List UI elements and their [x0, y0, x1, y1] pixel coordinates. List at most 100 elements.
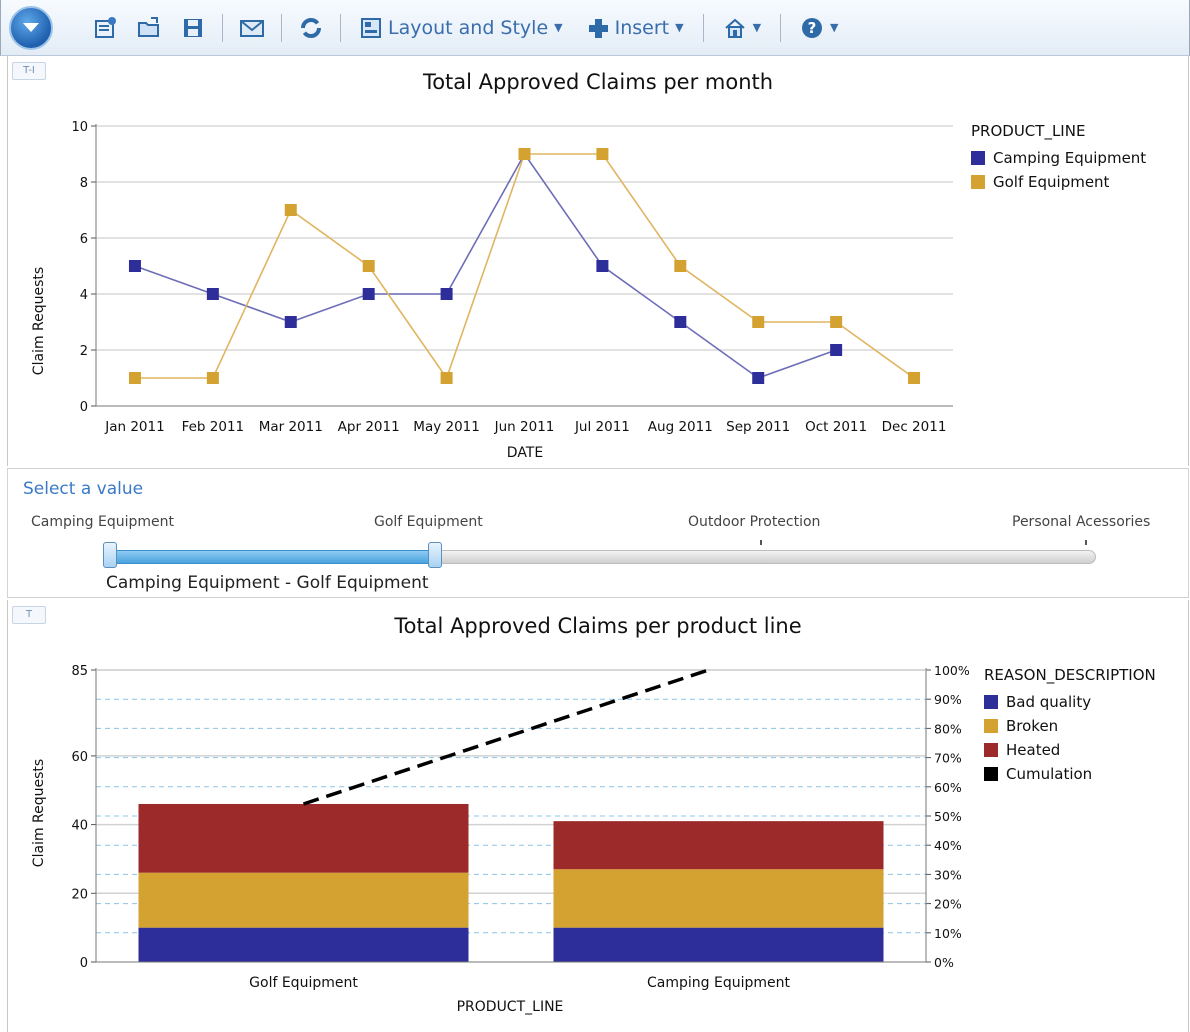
new-report-icon[interactable] — [92, 15, 118, 41]
plus-icon — [588, 18, 608, 38]
y-tick-label: 20 — [71, 887, 88, 902]
legend-label: Camping Equipment — [993, 149, 1147, 167]
slider-tick-label: Golf Equipment — [374, 514, 483, 530]
stacked-bar-segment — [553, 821, 884, 870]
data-point — [752, 316, 765, 328]
legend-label: Bad quality — [1006, 693, 1092, 711]
data-point — [752, 372, 765, 384]
y2-tick-label: 70% — [934, 751, 962, 766]
toolbar-separator — [340, 13, 341, 42]
legend-item[interactable]: Bad quality — [984, 690, 1156, 714]
toolbar: Layout and Style ▼ Insert ▼ ▼ ? ▼ — [0, 0, 1190, 56]
slider-end-handle[interactable] — [428, 542, 442, 568]
series-line — [134, 153, 915, 380]
slider-range-text: Camping Equipment - Golf Equipment — [106, 573, 429, 593]
y-tick-label: 40 — [71, 819, 88, 834]
legend-item[interactable]: Cumulation — [984, 762, 1156, 786]
x-tick-label: Dec 2011 — [882, 419, 947, 435]
caret-down-icon: ▼ — [554, 21, 563, 34]
save-icon[interactable] — [180, 15, 206, 41]
legend-swatch — [984, 695, 998, 709]
slider-tick-mark — [1085, 540, 1087, 545]
x-tick-label: Feb 2011 — [182, 419, 245, 435]
email-icon[interactable] — [239, 15, 265, 41]
data-point — [284, 204, 297, 216]
data-point — [128, 372, 141, 384]
y2-tick-label: 40% — [934, 838, 962, 853]
data-point — [596, 148, 609, 160]
stacked-bar-segment — [138, 927, 469, 962]
slider-tick-label: Camping Equipment — [31, 514, 174, 530]
share-icon — [724, 18, 745, 38]
legend-label: Heated — [1006, 741, 1061, 759]
toolbar-separator — [281, 13, 282, 42]
data-point — [284, 316, 297, 328]
stacked-bar-segment — [553, 927, 884, 962]
legend-label: Golf Equipment — [993, 173, 1110, 191]
stacked-bar-segment — [138, 803, 469, 873]
y-tick-label: 85 — [71, 664, 88, 679]
data-point — [362, 260, 375, 272]
stacked-bar-segment — [138, 872, 469, 928]
cumulation-line — [302, 668, 710, 806]
slider-start-handle[interactable] — [103, 542, 117, 568]
legend-item[interactable]: Heated — [984, 738, 1156, 762]
layout-and-style-label: Layout and Style — [388, 16, 549, 39]
data-point — [440, 372, 453, 384]
caret-down-icon: ▼ — [675, 21, 684, 34]
y-tick-label: 2 — [80, 344, 88, 359]
svg-text:?: ? — [808, 19, 817, 37]
y2-tick-label: 60% — [934, 780, 962, 795]
toolbar-separator — [702, 13, 704, 42]
y-tick-label: 60 — [71, 750, 88, 765]
data-point — [362, 288, 375, 300]
legend-swatch — [984, 743, 998, 757]
line-chart-ylabel: Claim Requests — [31, 267, 47, 375]
bar-chart-xlabel: PRODUCT_LINE — [457, 999, 564, 1015]
x-tick-label: Oct 2011 — [805, 419, 867, 435]
y2-tick-label: 50% — [934, 809, 962, 824]
caret-down-icon: ▼ — [830, 21, 839, 34]
legend-swatch — [984, 767, 998, 781]
data-point — [830, 344, 843, 356]
x-tick-label: Aug 2011 — [648, 419, 713, 435]
y2-tick-label: 10% — [934, 926, 962, 941]
line-chart-plot: 0 2 4 6 8 10 Jan 2011 Feb 2011 Mar 2011 Apr 2011 M… — [31, 120, 953, 461]
share-menu[interactable]: ▼ — [723, 16, 761, 40]
y2-tick-label: 80% — [934, 721, 962, 736]
layout-icon — [361, 17, 381, 38]
refresh-icon[interactable] — [298, 15, 324, 41]
data-point — [830, 316, 843, 328]
app-menu-button[interactable] — [9, 5, 53, 50]
bar-chart-ylabel: Claim Requests — [31, 759, 47, 867]
legend-item[interactable]: Camping Equipment — [971, 146, 1146, 170]
x-tick-label: Jul 2011 — [574, 419, 630, 435]
slider-selected-range — [108, 550, 438, 564]
y-tick-label: 6 — [80, 232, 88, 247]
y2-tick-label: 20% — [934, 897, 962, 912]
caret-down-icon: ▼ — [752, 21, 762, 34]
select-value-prompt: Select a value — [23, 479, 144, 499]
insert-menu[interactable]: Insert ▼ — [587, 17, 684, 39]
open-folder-icon[interactable] — [136, 15, 162, 41]
legend-title: REASON_DESCRIPTION — [984, 666, 1156, 684]
y-tick-label: 0 — [80, 400, 88, 415]
help-menu[interactable]: ? ▼ — [800, 16, 839, 40]
data-point — [674, 316, 687, 328]
help-icon: ? — [802, 17, 823, 38]
data-point — [206, 372, 219, 384]
bar-chart-plot: 0 20 40 60 85 0% 10% 20% 30% 40% 50% 60% 70% 80% 90% 10… — [31, 663, 970, 1015]
layout-and-style-menu[interactable]: Layout and Style ▼ — [360, 17, 563, 39]
y2-tick-label: 90% — [934, 692, 962, 707]
bar-chart-panel: T Total Approved Claims per product line… — [7, 600, 1189, 1032]
legend-item[interactable]: Broken — [984, 714, 1156, 738]
line-chart-xlabel: DATE — [507, 445, 543, 461]
toolbar-separator — [222, 13, 223, 42]
legend-swatch — [971, 151, 985, 165]
legend-item[interactable]: Golf Equipment — [971, 170, 1146, 194]
y2-tick-label: 100% — [934, 663, 970, 678]
slider-tick-mark — [760, 540, 762, 545]
x-tick-label: Jan 2011 — [104, 419, 164, 435]
line-chart-legend: PRODUCT_LINE Camping Equipment Golf Equi… — [971, 122, 1146, 194]
slider-tick-label: Personal Acessories — [1012, 514, 1151, 530]
